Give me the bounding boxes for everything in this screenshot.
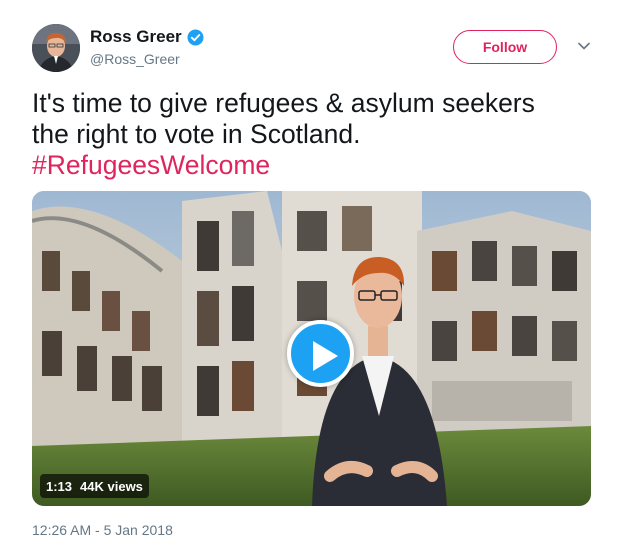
video-view-count: 44K views <box>80 478 143 494</box>
verified-badge-icon <box>187 29 204 46</box>
tweet-text-line-2: the right to vote in Scotland. <box>32 119 361 149</box>
play-icon <box>313 341 338 371</box>
follow-button[interactable]: Follow <box>453 30 557 64</box>
video-stats-badge: 1:13 44K views <box>40 474 149 498</box>
tweet-timestamp[interactable]: 12:26 AM - 5 Jan 2018 <box>32 522 173 538</box>
hashtag-link[interactable]: #RefugeesWelcome <box>32 150 602 181</box>
tweet-text-line-1: It's time to give refugees & asylum seek… <box>32 88 535 118</box>
tweet-card: Ross Greer @Ross_Greer Follow It's time … <box>0 0 627 547</box>
author-avatar[interactable] <box>32 24 80 72</box>
author-name-row: Ross Greer <box>90 27 204 47</box>
chevron-down-icon[interactable] <box>576 38 592 54</box>
author-display-name[interactable]: Ross Greer <box>90 27 182 47</box>
video-player[interactable]: 1:13 44K views <box>32 191 591 506</box>
tweet-text: It's time to give refugees & asylum seek… <box>32 88 602 181</box>
video-duration: 1:13 <box>46 478 73 494</box>
author-handle[interactable]: @Ross_Greer <box>90 51 180 67</box>
play-button[interactable] <box>287 320 354 387</box>
